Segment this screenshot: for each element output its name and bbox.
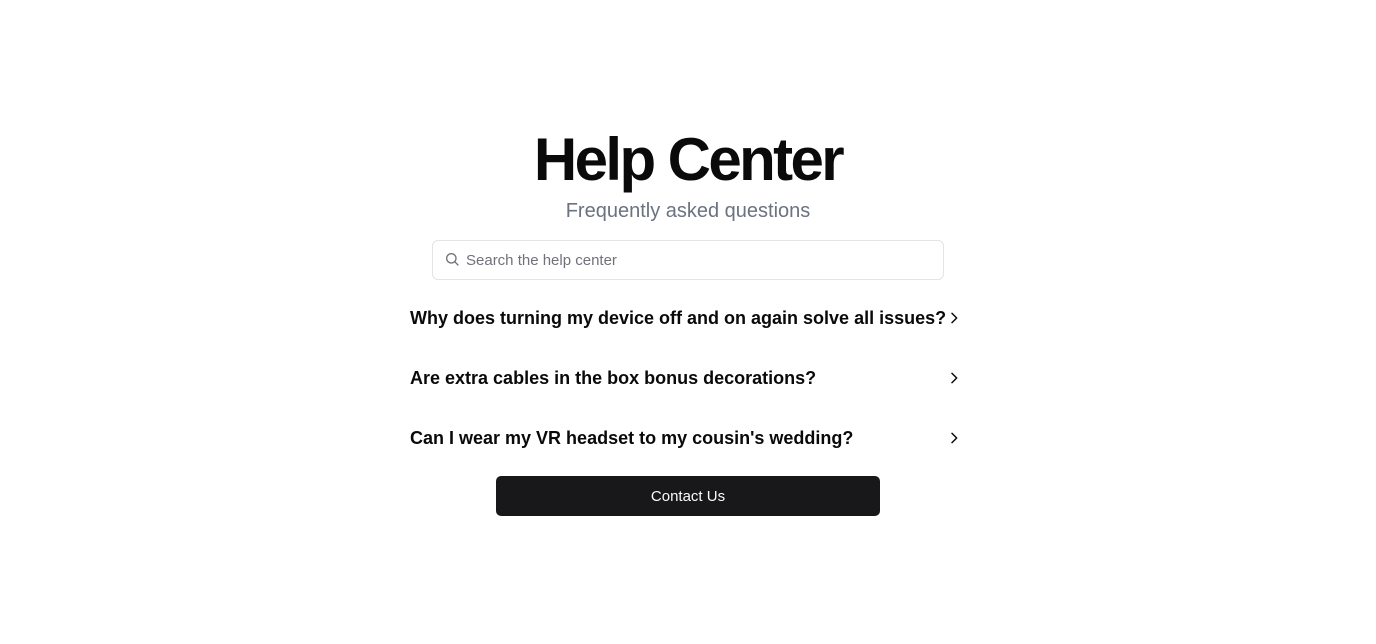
chevron-right-icon — [951, 312, 958, 324]
search-box[interactable] — [432, 240, 944, 280]
page-title: Help Center — [533, 126, 845, 193]
search-input[interactable] — [466, 241, 936, 279]
faq-item[interactable]: Can I wear my VR headset to my cousin's … — [410, 418, 966, 458]
faq-question: Can I wear my VR headset to my cousin's … — [410, 428, 854, 448]
contact-us-button[interactable]: Contact Us — [496, 476, 880, 516]
help-center-page: Help Center Frequently asked questions W… — [0, 0, 1376, 644]
faq-list: Why does turning my device off and on ag… — [410, 298, 966, 478]
chevron-right-icon — [951, 432, 958, 444]
faq-item[interactable]: Why does turning my device off and on ag… — [410, 298, 966, 338]
chevron-right-icon — [951, 372, 958, 384]
page-subtitle: Frequently asked questions — [565, 200, 811, 222]
faq-question: Why does turning my device off and on ag… — [410, 308, 947, 328]
faq-item[interactable]: Are extra cables in the box bonus decora… — [410, 358, 966, 398]
faq-question: Are extra cables in the box bonus decora… — [410, 368, 817, 388]
search-icon — [446, 252, 459, 266]
